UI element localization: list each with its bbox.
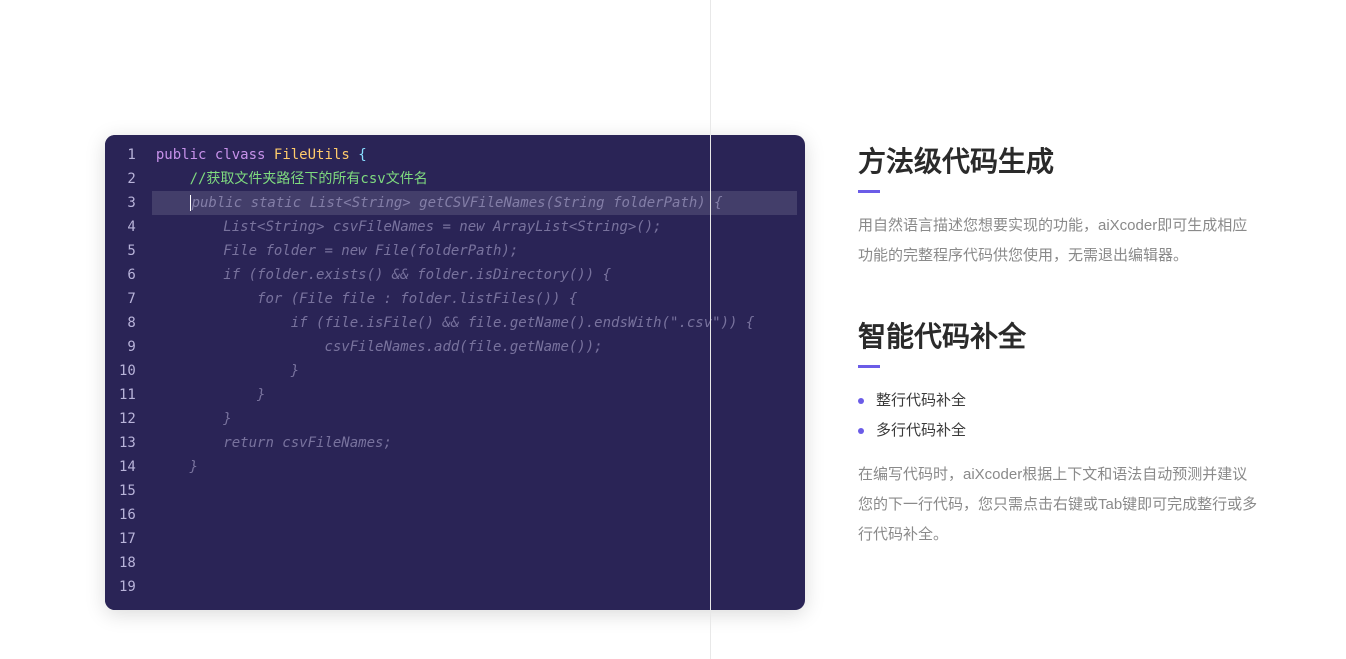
code-line[interactable]: } [152,359,797,383]
code-line[interactable] [152,527,797,551]
line-number: 11 [119,383,136,407]
code-line[interactable] [152,479,797,503]
page-container: 12345678910111213141516171819 public clv… [0,0,1346,659]
code-line[interactable]: } [152,407,797,431]
line-number: 13 [119,431,136,455]
line-number: 2 [119,167,136,191]
code-token [350,147,358,163]
bullet-list: 整行代码补全多行代码补全 [858,386,1258,446]
code-token: return csvFileNames; [223,435,392,451]
code-token: for (File file : folder.listFiles()) { [257,291,577,307]
code-token: clvass [215,147,266,163]
code-token: public [156,147,207,163]
line-number: 1 [119,143,136,167]
bullet-item: 多行代码补全 [858,416,1258,446]
code-token: } [291,363,299,379]
code-token: csvFileNames.add(file.getName()); [324,339,602,355]
line-number: 6 [119,263,136,287]
code-token: File folder = new File(folderPath); [223,243,518,259]
code-line[interactable] [152,575,797,599]
code-line[interactable]: public static List<String> getCSVFileNam… [152,191,797,215]
line-number: 12 [119,407,136,431]
line-number-gutter: 12345678910111213141516171819 [105,135,146,610]
section-completion: 智能代码补全 整行代码补全多行代码补全 在编写代码时，aiXcoder根据上下文… [858,315,1258,550]
code-token: List<String> csvFileNames = new ArrayLis… [223,219,661,235]
code-token: } [190,459,198,475]
code-token [265,147,273,163]
line-number: 7 [119,287,136,311]
code-line[interactable]: List<String> csvFileNames = new ArrayLis… [152,215,797,239]
text-cursor [190,195,191,211]
code-line[interactable]: File folder = new File(folderPath); [152,239,797,263]
code-token: { [358,147,366,163]
line-number: 5 [119,239,136,263]
code-token: FileUtils [274,147,350,163]
line-number: 18 [119,551,136,575]
line-number: 17 [119,527,136,551]
code-area[interactable]: public clvass FileUtils { //获取文件夹路径下的所有c… [146,135,805,610]
code-line[interactable]: if (file.isFile() && file.getName().ends… [152,311,797,335]
title-underline [858,365,880,368]
line-number: 15 [119,479,136,503]
code-line[interactable]: public clvass FileUtils { [152,143,797,167]
line-number: 14 [119,455,136,479]
code-token: if (folder.exists() && folder.isDirector… [223,267,611,283]
line-number: 16 [119,503,136,527]
code-line[interactable] [152,551,797,575]
code-token [206,147,214,163]
code-token: public static List<String> getCSVFileNam… [192,195,723,211]
line-number: 8 [119,311,136,335]
line-number: 4 [119,215,136,239]
line-number: 9 [119,335,136,359]
vertical-divider [710,0,711,659]
section-codegen: 方法级代码生成 用自然语言描述您想要实现的功能，aiXcoder即可生成相应功能… [858,140,1258,271]
code-line[interactable]: for (File file : folder.listFiles()) { [152,287,797,311]
code-token: } [223,411,231,427]
code-line[interactable]: } [152,455,797,479]
code-token: if (file.isFile() && file.getName().ends… [291,315,755,331]
code-token: //获取文件夹路径下的所有csv文件名 [190,171,428,187]
code-line[interactable]: } [152,383,797,407]
section-title: 方法级代码生成 [858,140,1258,180]
code-line[interactable]: if (folder.exists() && folder.isDirector… [152,263,797,287]
bullet-item: 整行代码补全 [858,386,1258,416]
line-number: 19 [119,575,136,599]
code-line[interactable]: return csvFileNames; [152,431,797,455]
section-desc: 在编写代码时，aiXcoder根据上下文和语法自动预测并建议您的下一行代码，您只… [858,460,1258,550]
section-desc: 用自然语言描述您想要实现的功能，aiXcoder即可生成相应功能的完整程序代码供… [858,211,1258,271]
code-line[interactable]: //获取文件夹路径下的所有csv文件名 [152,167,797,191]
left-panel: 12345678910111213141516171819 public clv… [0,0,720,659]
code-token: } [257,387,265,403]
code-line[interactable] [152,503,797,527]
line-number: 3 [119,191,136,215]
section-title: 智能代码补全 [858,315,1258,355]
code-line[interactable]: csvFileNames.add(file.getName()); [152,335,797,359]
line-number: 10 [119,359,136,383]
right-panel: 方法级代码生成 用自然语言描述您想要实现的功能，aiXcoder即可生成相应功能… [858,140,1258,594]
title-underline [858,190,880,193]
code-editor[interactable]: 12345678910111213141516171819 public clv… [105,135,805,610]
